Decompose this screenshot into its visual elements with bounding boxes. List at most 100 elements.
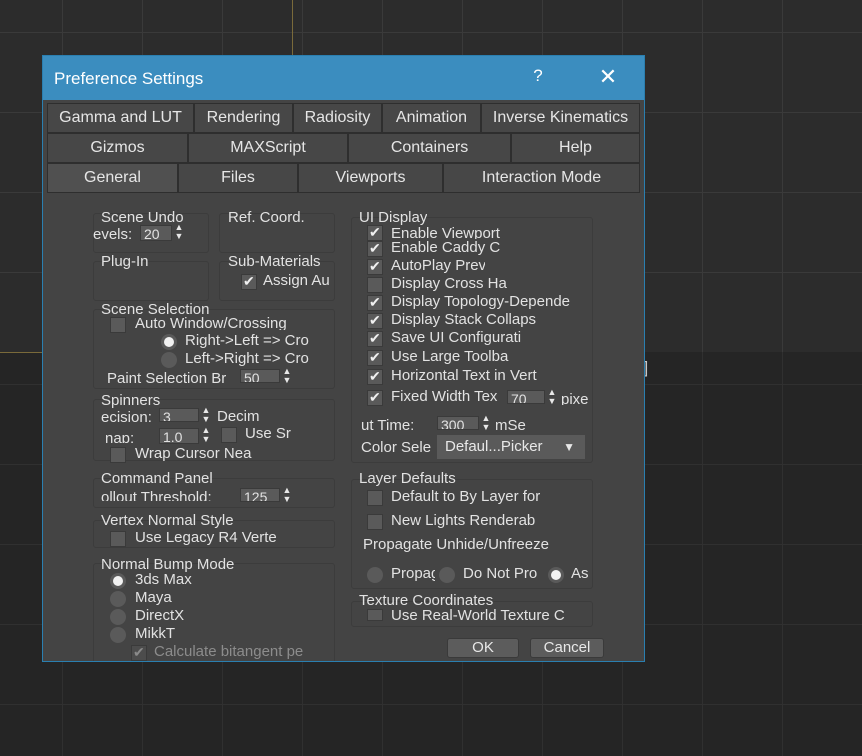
spinner-arrows-icon[interactable]: ▲ ▼ xyxy=(280,486,294,506)
close-button[interactable]: ✕ xyxy=(593,64,623,90)
dialog-title: Preference Settings xyxy=(54,69,204,88)
left-right-radio[interactable] xyxy=(161,352,177,368)
autoplay-checkbox[interactable] xyxy=(367,258,383,275)
assign-checkbox[interactable] xyxy=(241,273,257,290)
tab-files[interactable]: Files xyxy=(178,163,298,193)
auto-window-checkbox[interactable] xyxy=(110,317,126,333)
enable-viewport-checkbox[interactable] xyxy=(367,224,383,241)
general-panel: Scene Undo evels: 20 ▲ ▼ Ref. Coord. Plug… xyxy=(43,201,644,661)
topology-checkbox[interactable] xyxy=(367,294,383,311)
propagate-radio[interactable] xyxy=(367,567,383,583)
bump-mikkt-radio[interactable] xyxy=(110,627,126,643)
color-selector-dropdown[interactable]: Defaul...Picker ▼ xyxy=(437,435,585,459)
snap-label: nap: xyxy=(105,430,135,443)
snap-spinner[interactable]: 1.0 xyxy=(159,428,199,444)
command-panel-title: Command Panel xyxy=(101,470,213,487)
bump-3dsmax-radio[interactable] xyxy=(110,573,126,589)
large-toolbar-checkbox[interactable] xyxy=(367,349,383,366)
enable-caddy-checkbox[interactable] xyxy=(367,240,383,257)
left-right-label: Left->Right => Cro xyxy=(185,350,309,367)
stack-collapse-checkbox[interactable] xyxy=(367,312,383,329)
undo-levels-label: evels: xyxy=(93,226,133,240)
calc-bitangent-label: Calculate bitangent pe xyxy=(154,643,304,660)
enable-viewport-label: Enable Viewport xyxy=(391,225,500,239)
spinner-arrows-icon[interactable]: ▲ ▼ xyxy=(545,388,559,408)
fixed-width-checkbox[interactable] xyxy=(367,389,383,406)
tab-maxscript[interactable]: MAXScript xyxy=(188,133,348,163)
bump-directx-radio[interactable] xyxy=(110,609,126,625)
wrap-cursor-checkbox[interactable] xyxy=(110,447,126,463)
tab-radiosity[interactable]: Radiosity xyxy=(293,103,382,133)
legacy-normal-label: Use Legacy R4 Verte xyxy=(135,529,277,545)
tab-rendering[interactable]: Rendering xyxy=(194,103,293,133)
right-left-label: Right->Left => Cro xyxy=(185,332,309,349)
bump-maya-label: Maya xyxy=(135,589,172,606)
enable-caddy-label: Enable Caddy C xyxy=(391,239,501,256)
rollout-threshold-label: ollout Threshold: xyxy=(101,489,212,501)
bump-mikkt-label: MikkT xyxy=(135,625,175,642)
spinner-arrows-icon[interactable]: ▲ ▼ xyxy=(479,414,493,434)
wrap-cursor-label: Wrap Cursor Nea xyxy=(135,445,252,462)
tab-animation[interactable]: Animation xyxy=(382,103,481,133)
layer-defaults-title: Layer Defaults xyxy=(359,470,456,487)
tab-interaction-mode[interactable]: Interaction Mode xyxy=(443,163,640,193)
precision-label: ecision: xyxy=(101,409,152,422)
fixed-width-spinner[interactable]: 70 xyxy=(507,390,545,404)
propagate-label: Propagate Unhide/Unfreeze xyxy=(363,536,549,553)
legacy-normal-checkbox[interactable] xyxy=(110,531,126,547)
fixed-width-label: Fixed Width Tex xyxy=(391,388,498,405)
timeout-spinner[interactable]: 300 xyxy=(437,416,479,430)
tab-help[interactable]: Help xyxy=(511,133,640,163)
preference-settings-dialog: Preference Settings ? ✕ Gamma and LUT Re… xyxy=(42,55,645,662)
tab-gizmos[interactable]: Gizmos xyxy=(47,133,188,163)
save-ui-label: Save UI Configurati xyxy=(391,329,522,346)
spinner-arrows-icon[interactable]: ▲ ▼ xyxy=(199,426,213,446)
real-world-checkbox[interactable] xyxy=(367,609,383,621)
vertex-normal-title: Vertex Normal Style xyxy=(101,512,234,529)
timeout-label: ut Time: xyxy=(361,417,415,430)
right-left-radio[interactable] xyxy=(161,334,177,350)
spinners-title: Spinners xyxy=(101,392,161,409)
new-lights-label: New Lights Renderab xyxy=(391,512,536,529)
precision-spinner[interactable]: 3 xyxy=(159,408,199,422)
title-bar[interactable]: Preference Settings ? ✕ xyxy=(43,56,644,100)
by-layer-label: Default to By Layer for xyxy=(391,488,541,505)
by-layer-checkbox[interactable] xyxy=(367,490,383,506)
do-not-propagate-radio[interactable] xyxy=(439,567,455,583)
topology-label: Display Topology-Depende xyxy=(391,293,571,310)
spinner-arrows-icon[interactable]: ▲ ▼ xyxy=(280,367,294,387)
decimal-label: Decim xyxy=(217,408,260,422)
use-snap-label: Use Sr xyxy=(245,425,291,442)
cross-hair-label: Display Cross Ha xyxy=(391,275,507,292)
ask-radio[interactable] xyxy=(548,567,564,583)
save-ui-checkbox[interactable] xyxy=(367,330,383,347)
undo-levels-spinner[interactable]: 20 xyxy=(140,225,172,241)
ref-coord-title: Ref. Coord. xyxy=(228,209,305,226)
sub-materials-title: Sub-Materials xyxy=(228,253,321,270)
color-selector-value: Defaul...Picker xyxy=(445,438,543,455)
grid-axis-line xyxy=(0,352,44,353)
paint-selection-spinner[interactable]: 50 xyxy=(240,369,280,383)
horizontal-text-label: Horizontal Text in Vert xyxy=(391,367,537,384)
cancel-button[interactable]: Cancel xyxy=(530,638,604,658)
tab-inverse-kinematics[interactable]: Inverse Kinematics xyxy=(481,103,640,133)
bump-maya-radio[interactable] xyxy=(110,591,126,607)
horizontal-text-checkbox[interactable] xyxy=(367,368,383,385)
bump-3dsmax-label: 3ds Max xyxy=(135,571,192,588)
new-lights-checkbox[interactable] xyxy=(367,514,383,530)
spinner-arrows-icon[interactable]: ▲ ▼ xyxy=(172,223,186,243)
tab-gamma-lut[interactable]: Gamma and LUT xyxy=(47,103,194,133)
autoplay-label: AutoPlay Prev xyxy=(391,257,485,274)
tab-containers[interactable]: Containers xyxy=(348,133,511,163)
help-button[interactable]: ? xyxy=(529,66,547,88)
tab-general[interactable]: General xyxy=(47,163,178,193)
ok-button[interactable]: OK xyxy=(447,638,519,658)
do-not-propagate-label: Do Not Pro xyxy=(463,565,538,582)
spinner-arrows-icon[interactable]: ▲ ▼ xyxy=(199,406,213,426)
rollout-threshold-spinner[interactable]: 125 xyxy=(240,488,280,502)
use-snap-checkbox[interactable] xyxy=(221,427,237,443)
calc-bitangent-checkbox[interactable] xyxy=(131,644,147,661)
tab-viewports[interactable]: Viewports xyxy=(298,163,443,193)
cross-hair-checkbox[interactable] xyxy=(367,277,383,293)
ask-label: As xyxy=(571,565,589,582)
